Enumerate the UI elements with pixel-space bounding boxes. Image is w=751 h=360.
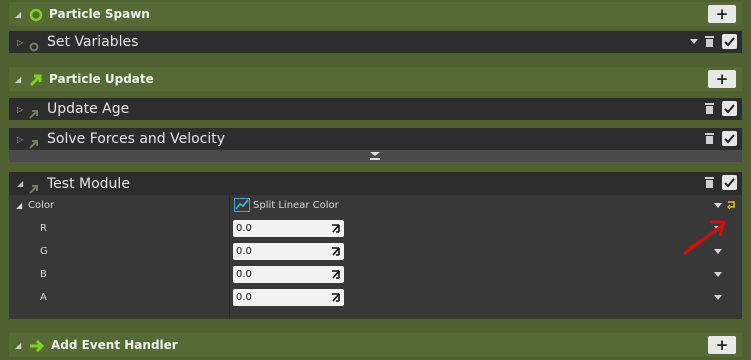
update-arrow-icon: [29, 72, 43, 87]
channel-row-b: B 0.0: [9, 264, 742, 286]
channel-value: 0.0: [236, 292, 252, 303]
add-spawn-module-button[interactable]: +: [708, 5, 736, 23]
particle-update-label: Particle Update: [49, 72, 154, 86]
module-row-set-variables[interactable]: ▷ Set Variables: [9, 31, 742, 53]
event-handler-label: Add Event Handler: [51, 338, 178, 352]
spawn-ring-icon: [29, 7, 43, 22]
collapse-arrow-icon[interactable]: ◢: [16, 201, 22, 210]
collapse-arrow-icon[interactable]: ◢: [15, 341, 29, 350]
drag-handle-icon[interactable]: [331, 246, 341, 257]
drag-handle-icon[interactable]: [331, 223, 341, 234]
test-module-panel: ◢ Color Split Linear Color R 0.0 G 0.0 B…: [9, 195, 742, 319]
solve-forces-label: Solve Forces and Velocity: [47, 131, 226, 147]
trash-icon[interactable]: [704, 35, 715, 48]
particle-update-header[interactable]: ◢ Particle Update +: [9, 67, 742, 91]
update-arrow-icon: [29, 104, 39, 119]
channel-label: B: [40, 269, 47, 280]
channel-row-r: R 0.0: [9, 218, 742, 240]
dynamic-input-icon: [234, 198, 250, 212]
test-module-label: Test Module: [47, 175, 130, 192]
update-arrow-icon: [29, 134, 39, 149]
channel-row-g: G 0.0: [9, 241, 742, 263]
update-arrow-icon: [29, 179, 39, 194]
trash-icon[interactable]: [704, 132, 715, 145]
add-event-handler-button[interactable]: +: [708, 336, 736, 354]
event-handler-header[interactable]: ◢ Add Event Handler +: [9, 333, 742, 357]
channel-label: A: [40, 292, 47, 303]
trash-icon[interactable]: [704, 102, 715, 115]
chevron-down-icon[interactable]: [714, 272, 722, 277]
enabled-checkbox[interactable]: [722, 101, 737, 116]
dynamic-input-label[interactable]: Split Linear Color: [253, 200, 339, 211]
drag-handle-icon[interactable]: [331, 269, 341, 280]
channel-value: 0.0: [236, 269, 252, 280]
ring-icon: [29, 37, 39, 52]
drag-handle-icon[interactable]: [331, 292, 341, 303]
enabled-checkbox[interactable]: [722, 131, 737, 146]
channel-value-input[interactable]: 0.0: [233, 243, 344, 260]
expand-icon[interactable]: ▷: [17, 135, 27, 144]
channel-value-input[interactable]: 0.0: [233, 220, 344, 237]
collapse-arrow-icon[interactable]: ◢: [15, 75, 29, 84]
add-update-module-button[interactable]: +: [708, 70, 736, 88]
collapse-arrow-icon[interactable]: ◢: [17, 179, 27, 188]
particle-spawn-label: Particle Spawn: [49, 7, 150, 21]
channel-value: 0.0: [236, 246, 252, 257]
color-property-row: ◢ Color Split Linear Color: [9, 195, 742, 217]
collapse-arrow-icon[interactable]: ◢: [15, 10, 29, 19]
trash-icon[interactable]: [704, 176, 715, 189]
enabled-checkbox[interactable]: [722, 34, 737, 49]
chevron-down-icon[interactable]: [690, 39, 698, 44]
channel-row-a: A 0.0: [9, 287, 742, 309]
channel-label: G: [40, 246, 48, 257]
expand-details-bar[interactable]: [9, 150, 742, 162]
particle-spawn-header[interactable]: ◢ Particle Spawn +: [9, 2, 742, 26]
update-age-label: Update Age: [47, 101, 130, 117]
channel-value: 0.0: [236, 223, 252, 234]
channel-label: R: [40, 223, 47, 234]
event-arrow-icon: [29, 338, 45, 353]
channel-value-input[interactable]: 0.0: [233, 266, 344, 283]
channel-value-input[interactable]: 0.0: [233, 289, 344, 306]
module-row-solve-forces[interactable]: ▷ Solve Forces and Velocity: [9, 128, 742, 150]
chevron-down-icon[interactable]: [714, 295, 722, 300]
module-row-test-module[interactable]: ◢ Test Module: [9, 172, 742, 195]
module-row-update-age[interactable]: ▷ Update Age: [9, 98, 742, 120]
enabled-checkbox[interactable]: [722, 175, 737, 190]
annotation-arrow: [683, 220, 726, 256]
color-property-label: Color: [28, 200, 55, 211]
expand-icon[interactable]: ▷: [17, 105, 27, 114]
set-variables-label: Set Variables: [47, 34, 139, 50]
expand-icon[interactable]: ▷: [17, 38, 27, 47]
expand-down-icon[interactable]: [369, 151, 381, 161]
